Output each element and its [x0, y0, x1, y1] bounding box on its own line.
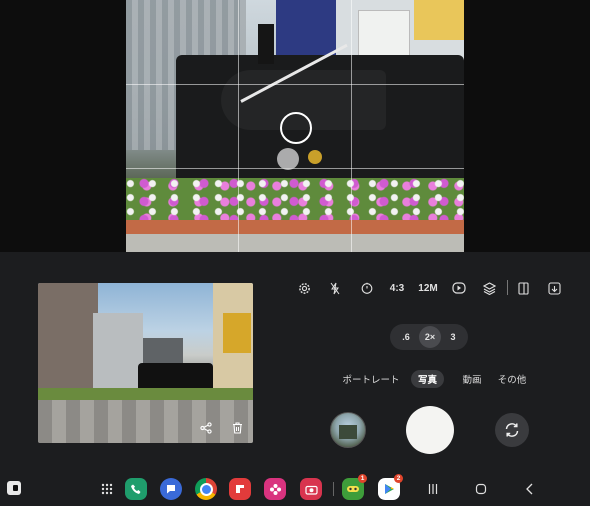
- recent-apps-button[interactable]: [424, 480, 442, 498]
- grid-line-v2: [351, 0, 352, 252]
- phone-app-icon[interactable]: [125, 478, 147, 500]
- chrome-app-icon[interactable]: [195, 478, 217, 500]
- zoom-option-0.6[interactable]: .6: [398, 328, 414, 346]
- share-icon[interactable]: [197, 419, 215, 437]
- billboard-blue: [276, 0, 336, 60]
- mode-photo[interactable]: 写真: [411, 370, 445, 388]
- grid-line-v1: [238, 0, 239, 252]
- mode-video[interactable]: 動画: [461, 370, 483, 388]
- motion-photo-icon[interactable]: [451, 278, 467, 298]
- gallery-thumbnail[interactable]: [330, 412, 366, 448]
- locomotive-wheel: [308, 150, 322, 164]
- mode-portrait[interactable]: ポートレート: [343, 370, 400, 388]
- play-store-app-icon[interactable]: 2: [378, 474, 403, 500]
- timer-icon[interactable]: [359, 278, 375, 298]
- back-button[interactable]: [521, 480, 539, 498]
- resolution-button[interactable]: 12M: [418, 278, 438, 298]
- more-icon[interactable]: [546, 278, 562, 298]
- filter-icon[interactable]: [481, 278, 497, 298]
- game-app-icon[interactable]: 1: [342, 474, 367, 500]
- level-indicator: [277, 148, 299, 170]
- preview-building-left: [38, 283, 98, 393]
- flower-bed: [126, 178, 464, 224]
- messages-app-icon[interactable]: [160, 478, 182, 500]
- preview-stone-wall: [38, 400, 253, 443]
- home-button[interactable]: [472, 480, 490, 498]
- aspect-ratio-button[interactable]: 4:3: [387, 278, 407, 298]
- gallery-thumb-subject: [339, 425, 357, 439]
- photo-preview[interactable]: [38, 283, 253, 443]
- zoom-option-2x[interactable]: 2×: [419, 326, 441, 348]
- app-drawer-icon[interactable]: [96, 478, 118, 500]
- settings-divider: [507, 280, 508, 295]
- preview-building-mid: [93, 313, 143, 393]
- mode-more[interactable]: その他: [498, 370, 527, 388]
- settings-icon[interactable]: [296, 278, 312, 298]
- flipboard-app-icon[interactable]: [229, 478, 251, 500]
- billboard-yellow: [414, 0, 464, 40]
- trash-icon[interactable]: [228, 419, 246, 437]
- notification-badge: 2: [394, 474, 403, 483]
- pavement: [126, 234, 464, 252]
- switch-camera-button[interactable]: [495, 413, 529, 447]
- notification-badge: 1: [358, 474, 367, 483]
- layout-icon[interactable]: [515, 278, 531, 298]
- preview-locomotive: [138, 363, 213, 391]
- planter-boxes: [126, 220, 464, 234]
- shutter-button[interactable]: [406, 406, 454, 454]
- preview-flowers: [38, 388, 253, 400]
- zoom-option-3[interactable]: 3: [446, 328, 460, 346]
- grid-line-h1: [126, 84, 464, 85]
- camera-app-icon[interactable]: [300, 478, 322, 500]
- gallery-app-icon[interactable]: [264, 478, 286, 500]
- taskbar-edge-panel-icon[interactable]: [7, 481, 21, 495]
- preview-billboard: [223, 313, 251, 353]
- focus-ring: [280, 112, 312, 144]
- flash-off-icon[interactable]: [328, 278, 342, 298]
- switch-camera-icon: [505, 423, 519, 437]
- grid-line-h2: [126, 168, 464, 169]
- locomotive-chimney: [258, 24, 274, 64]
- taskbar-divider: [333, 482, 334, 496]
